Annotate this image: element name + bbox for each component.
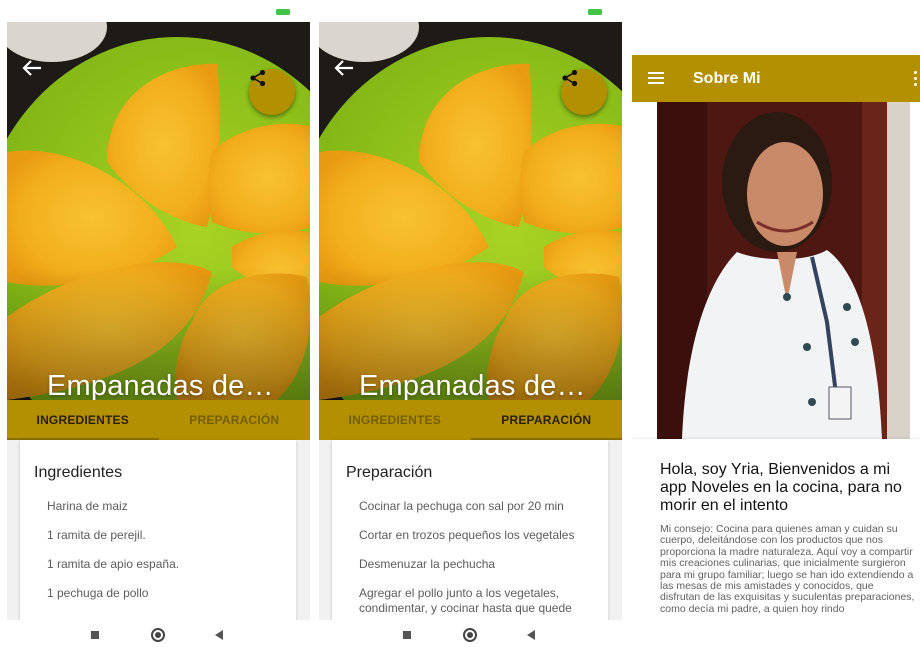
share-button[interactable] <box>249 69 295 115</box>
recipe-screen-ingredients: Empanadas de… INGREDIENTES PREPARACIÓN I… <box>7 0 310 648</box>
content-area: Ingredientes Harina de maiz 1 ramita de … <box>7 440 310 620</box>
recipe-title: Empanadas de… <box>47 370 274 400</box>
status-bar <box>319 0 622 22</box>
steps-list: Cocinar la pechuga con sal por 20 min Co… <box>359 499 599 630</box>
recents-icon[interactable] <box>91 631 99 639</box>
ingredients-card: Ingredientes Harina de maiz 1 ramita de … <box>20 440 296 620</box>
tab-bar: INGREDIENTES PREPARACIÓN <box>7 400 310 440</box>
home-icon[interactable] <box>151 628 165 642</box>
home-icon[interactable] <box>463 628 477 642</box>
section-title: Preparación <box>346 464 433 481</box>
system-nav-bar <box>7 620 310 648</box>
list-item: Cortar en trozos pequeños los vegetales <box>359 528 575 542</box>
more-vert-icon[interactable] <box>914 71 918 87</box>
app-bar-title: Sobre Mi <box>693 70 761 87</box>
tab-preparacion[interactable]: PREPARACIÓN <box>470 400 623 440</box>
recents-icon[interactable] <box>403 631 411 639</box>
recipe-screen-preparation: Empanadas de… INGREDIENTES PREPARACIÓN P… <box>319 0 622 648</box>
app-bar: Sobre Mi <box>632 55 920 102</box>
list-item: Agregar el pollo junto a los vegetales, … <box>359 586 572 615</box>
recipe-hero-photo: Empanadas de… <box>7 22 310 400</box>
profile-photo <box>657 102 910 439</box>
battery-icon <box>588 9 602 15</box>
about-card: Hola, soy Yria, Bienvenidos a mi app Nov… <box>632 439 920 648</box>
back-triangle-icon[interactable] <box>215 630 223 640</box>
list-item: 1 ramita de apio españa. <box>47 557 180 571</box>
ingredients-list: Harina de maiz 1 ramita de perejil. 1 ra… <box>47 499 287 615</box>
arrow-left-icon[interactable] <box>21 58 43 78</box>
share-icon <box>562 69 578 87</box>
share-button[interactable] <box>561 69 607 115</box>
list-item: 1 ramita de perejil. <box>47 528 146 542</box>
about-screen: Sobre Mi Hola, soy Yria, Bienvenidos a m… <box>632 0 920 648</box>
list-item: 1 pechuga de pollo <box>47 586 149 600</box>
content-area: Preparación Cocinar la pechuga con sal p… <box>319 440 622 620</box>
share-icon <box>250 69 266 87</box>
list-item: Cocinar la pechuga con sal por 20 min <box>359 499 564 513</box>
tab-preparacion[interactable]: PREPARACIÓN <box>159 400 311 440</box>
recipe-title: Empanadas de… <box>359 370 586 400</box>
tab-ingredientes[interactable]: INGREDIENTES <box>7 400 159 440</box>
list-item: Harina de maiz <box>47 499 128 513</box>
about-heading: Hola, soy Yria, Bienvenidos a mi app Nov… <box>660 461 902 514</box>
battery-icon <box>276 9 290 15</box>
tab-bar: INGREDIENTES PREPARACIÓN <box>319 400 622 440</box>
back-triangle-icon[interactable] <box>527 630 535 640</box>
list-item: Desmenuzar la pechucha <box>359 557 496 571</box>
hamburger-menu-icon[interactable] <box>648 72 664 84</box>
status-bar <box>7 0 310 22</box>
system-nav-bar <box>319 620 622 648</box>
about-body: Mi consejo: Cocina para quienes aman y c… <box>660 523 915 615</box>
recipe-hero-photo: Empanadas de… <box>319 22 622 400</box>
section-title: Ingredientes <box>34 464 123 481</box>
arrow-left-icon[interactable] <box>333 58 355 78</box>
preparation-card: Preparación Cocinar la pechuga con sal p… <box>332 440 608 620</box>
tab-ingredientes[interactable]: INGREDIENTES <box>319 400 471 440</box>
